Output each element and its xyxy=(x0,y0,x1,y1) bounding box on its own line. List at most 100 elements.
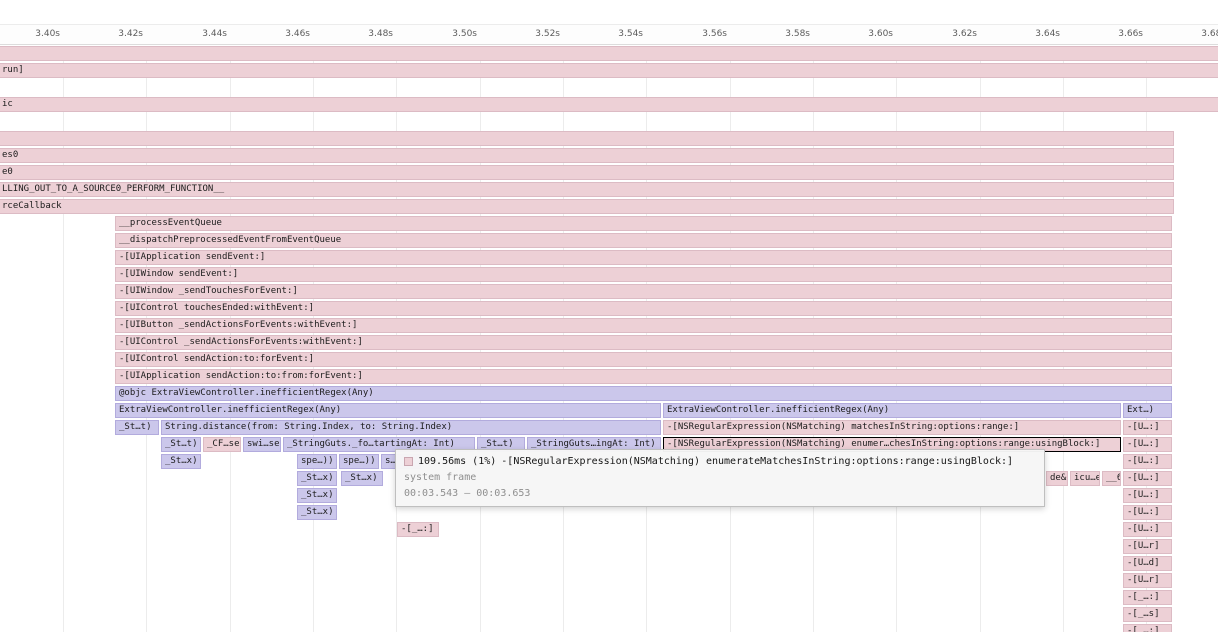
flame-row: _St…x) -[U…:] xyxy=(0,505,1218,520)
flame-row: -[U…r] xyxy=(0,539,1218,554)
flame-frame[interactable]: es0 xyxy=(0,148,1174,163)
flame-frame[interactable]: -[_…:] xyxy=(397,522,439,537)
frame-color-swatch-icon xyxy=(404,457,413,466)
tick-label: 3.44s xyxy=(172,29,227,39)
flame-row: -[UIControl touchesEnded:withEvent:] xyxy=(0,301,1218,316)
flame-frame[interactable]: -[U…:] xyxy=(1123,522,1172,537)
flame-frame[interactable]: ExtraViewController.inefficientRegex(Any… xyxy=(115,403,661,418)
flame-frame[interactable]: -[U…:] xyxy=(1123,471,1172,486)
flame-row: -[UIApplication sendAction:to:from:forEv… xyxy=(0,369,1218,384)
flame-frame[interactable]: _St…x) xyxy=(297,471,337,486)
tick-label: 3.54s xyxy=(588,29,643,39)
flame-frame[interactable]: rceCallback xyxy=(0,199,1174,214)
flame-frame[interactable]: -[UIApplication sendEvent:] xyxy=(115,250,1172,265)
flame-frame[interactable]: icu…e&) xyxy=(1070,471,1100,486)
flame-frame[interactable]: __processEventQueue xyxy=(115,216,1172,231)
tick-label: 3.56s xyxy=(672,29,727,39)
flame-frame[interactable]: -[UIControl sendAction:to:forEvent:] xyxy=(115,352,1172,367)
flame-frame[interactable] xyxy=(0,46,1218,61)
flame-frame[interactable]: -[U…:] xyxy=(1123,420,1172,435)
tick-label: 3.48s xyxy=(338,29,393,39)
flame-row: -[UIApplication sendEvent:] xyxy=(0,250,1218,265)
flame-frame[interactable]: -[UIButton _sendActionsForEvents:withEve… xyxy=(115,318,1172,333)
flame-frame[interactable]: -[U…:] xyxy=(1123,505,1172,520)
flame-frame[interactable]: spe…)) xyxy=(297,454,337,469)
flame-row xyxy=(0,46,1218,61)
flame-frame[interactable]: e0 xyxy=(0,165,1174,180)
flame-frame[interactable]: _St…x) xyxy=(297,488,337,503)
flame-frame[interactable]: swi…se xyxy=(243,437,281,452)
flame-frame[interactable]: run] xyxy=(0,63,1218,78)
flame-row: -[_…:] xyxy=(0,624,1218,632)
flame-row: -[UIWindow _sendTouchesForEvent:] xyxy=(0,284,1218,299)
flame-frame[interactable]: -[_…:] xyxy=(1123,624,1172,632)
flame-row: e0 xyxy=(0,165,1218,180)
flame-frame[interactable]: -[UIWindow _sendTouchesForEvent:] xyxy=(115,284,1172,299)
flame-row: -[U…d] xyxy=(0,556,1218,571)
flame-row: ic xyxy=(0,97,1218,112)
flame-row: rceCallback xyxy=(0,199,1218,214)
flame-frame[interactable]: -[U…r] xyxy=(1123,573,1172,588)
tooltip-title-line: 109.56ms (1%) -[NSRegularExpression(NSMa… xyxy=(404,456,1036,467)
flame-frame[interactable]: ExtraViewController.inefficientRegex(Any… xyxy=(663,403,1121,418)
flame-frame[interactable]: _St…t) xyxy=(115,420,159,435)
tick-label: 3.52s xyxy=(505,29,560,39)
flame-frame[interactable]: ic xyxy=(0,97,1218,112)
flame-frame[interactable]: _St…x) xyxy=(341,471,383,486)
flame-row: ExtraViewController.inefficientRegex(Any… xyxy=(0,403,1218,418)
flame-frame[interactable]: _St…x) xyxy=(297,505,337,520)
flame-row xyxy=(0,80,1218,95)
flame-frame[interactable]: _St…t) xyxy=(161,437,201,452)
tick-label: 3.60s xyxy=(838,29,893,39)
flame-row: -[UIButton _sendActionsForEvents:withEve… xyxy=(0,318,1218,333)
flame-frame[interactable]: Ext…) xyxy=(1123,403,1172,418)
flame-row: -[UIControl sendAction:to:forEvent:] xyxy=(0,352,1218,367)
flame-row: @objc ExtraViewController.inefficientReg… xyxy=(0,386,1218,401)
flame-frame[interactable]: -[UIApplication sendAction:to:from:forEv… xyxy=(115,369,1172,384)
flame-row: __dispatchPreprocessedEventFromEventQueu… xyxy=(0,233,1218,248)
flame-frame[interactable]: -[U…:] xyxy=(1123,437,1172,452)
flame-frame[interactable]: de&) xyxy=(1046,471,1068,486)
flame-frame[interactable]: -[UIControl _sendActionsForEvents:withEv… xyxy=(115,335,1172,350)
flame-frame[interactable]: -[U…:] xyxy=(1123,488,1172,503)
tick-label: 3.66s xyxy=(1088,29,1143,39)
flame-frame[interactable]: -[NSRegularExpression(NSMatching) matche… xyxy=(663,420,1121,435)
tick-label: 3.68s xyxy=(1171,29,1218,39)
flame-chart: run] ic es0 e0 LLING_OUT_TO_A_SOURCE0_PERFOR… xyxy=(0,46,1218,632)
flame-frame[interactable]: -[U…:] xyxy=(1123,454,1172,469)
time-ruler[interactable]: 3.40s3.42s3.44s3.46s3.48s3.50s3.52s3.54s… xyxy=(0,24,1218,45)
flame-frame[interactable]: _St…x) xyxy=(161,454,201,469)
flame-row: __processEventQueue xyxy=(0,216,1218,231)
flame-frame[interactable]: -[_…:] xyxy=(1123,590,1172,605)
flame-frame[interactable]: -[U…r] xyxy=(1123,539,1172,554)
flame-row: LLING_OUT_TO_A_SOURCE0_PERFORM_FUNCTION_… xyxy=(0,182,1218,197)
tick-label: 3.64s xyxy=(1005,29,1060,39)
flame-frame[interactable]: -[UIWindow sendEvent:] xyxy=(115,267,1172,282)
tick-label: 3.46s xyxy=(255,29,310,39)
flame-frame[interactable] xyxy=(0,131,1174,146)
tooltip-duration: 109.56ms (1%) xyxy=(418,456,496,467)
frame-tooltip: 109.56ms (1%) -[NSRegularExpression(NSMa… xyxy=(395,449,1045,507)
flame-frame[interactable]: __dispatchPreprocessedEventFromEventQueu… xyxy=(115,233,1172,248)
flame-frame[interactable]: -[UIControl touchesEnded:withEvent:] xyxy=(115,301,1172,316)
instruments-flame-graph: 3.40s3.42s3.44s3.46s3.48s3.50s3.52s3.54s… xyxy=(0,0,1218,632)
flame-row xyxy=(0,131,1218,146)
flame-row: _St…t)String.distance(from: String.Index… xyxy=(0,420,1218,435)
flame-frame[interactable]: spe…)) xyxy=(339,454,379,469)
tooltip-symbol: -[NSRegularExpression(NSMatching) enumer… xyxy=(501,456,1013,467)
flame-row: es0 xyxy=(0,148,1218,163)
flame-frame[interactable]: -[U…d] xyxy=(1123,556,1172,571)
flame-frame[interactable]: -[_…s] xyxy=(1123,607,1172,622)
flame-frame[interactable]: __6…le xyxy=(1102,471,1121,486)
flame-frame[interactable]: @objc ExtraViewController.inefficientReg… xyxy=(115,386,1172,401)
flame-frame[interactable]: String.distance(from: String.Index, to: … xyxy=(161,420,661,435)
tooltip-note: system frame xyxy=(404,472,1036,483)
tooltip-time-range: 00:03.543 — 00:03.653 xyxy=(404,488,1036,499)
tick-label: 3.42s xyxy=(88,29,143,39)
flame-row: -[_…:] -[U…:] xyxy=(0,522,1218,537)
flame-row: -[UIControl _sendActionsForEvents:withEv… xyxy=(0,335,1218,350)
flame-frame[interactable]: LLING_OUT_TO_A_SOURCE0_PERFORM_FUNCTION_… xyxy=(0,182,1174,197)
flame-frame[interactable]: _CF…se xyxy=(203,437,241,452)
flame-row xyxy=(0,114,1218,129)
flame-row: run] xyxy=(0,63,1218,78)
